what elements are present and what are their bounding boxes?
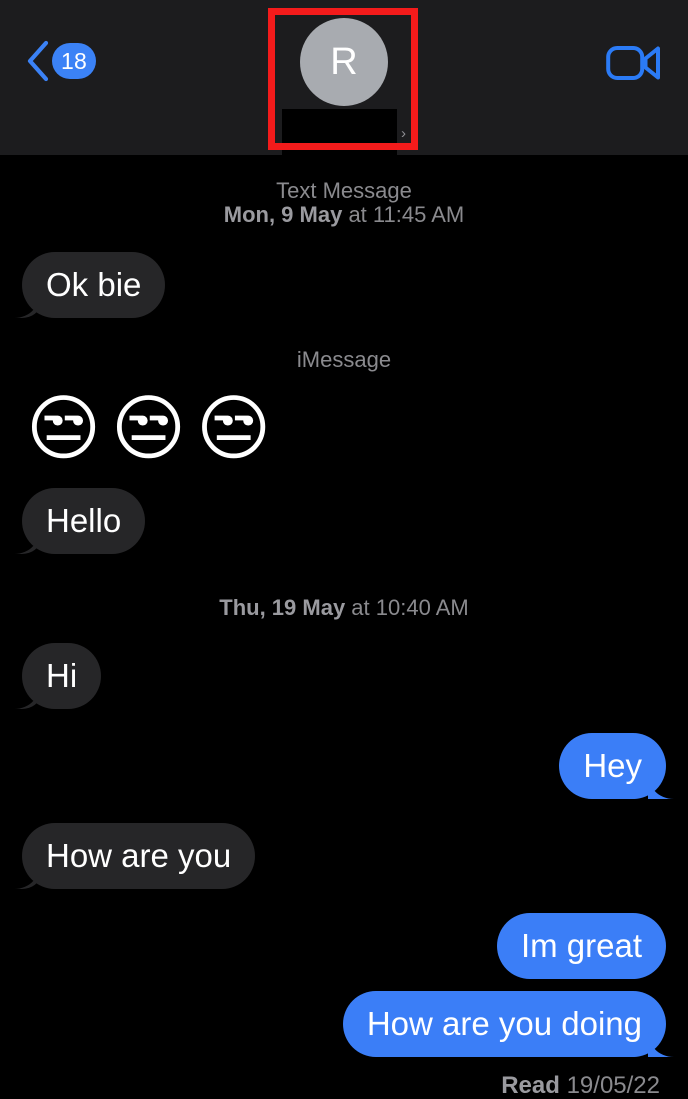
video-call-button[interactable]	[606, 43, 662, 83]
unread-count-badge: 18	[52, 43, 96, 79]
message-row[interactable]: How are you	[0, 823, 688, 889]
message-bubble-sent[interactable]: How are you doing	[342, 991, 683, 1057]
timestamp-date: Mon, 9 May	[223, 202, 343, 227]
message-row[interactable]: Im great	[0, 913, 688, 979]
timestamp: Thu, 19 May at 10:40 AM	[0, 596, 688, 620]
timestamp-time: at 10:40 AM	[345, 595, 469, 620]
date-divider: Thu, 19 May at 10:40 AM	[0, 596, 688, 620]
avatar: R	[300, 18, 388, 106]
message-bubble-sent[interactable]: Hey	[559, 733, 682, 799]
message-bubble-sent[interactable]: Im great	[496, 913, 666, 979]
timestamp-time: at 11:45 AM	[342, 202, 465, 227]
navigation-bar: 18 R ›	[0, 0, 688, 159]
message-list[interactable]: Text Message Mon, 9 May at 11:45 AM Ok b…	[0, 155, 688, 1099]
message-row[interactable]: Ok bie	[0, 252, 688, 318]
chevron-left-icon	[27, 40, 49, 82]
back-button[interactable]: 18	[26, 40, 96, 82]
contact-name-redaction	[282, 109, 397, 159]
contact-name-row: ›	[282, 109, 406, 159]
message-row[interactable]: Hello	[0, 488, 688, 554]
message-row[interactable]: How are you doing	[0, 991, 688, 1057]
read-receipt: Read 19/05/22	[0, 1073, 688, 1099]
emoji-message[interactable]: 😒😒😒	[0, 388, 688, 470]
timestamp: Mon, 9 May at 11:45 AM	[0, 203, 688, 227]
read-receipt-date	[560, 1072, 567, 1099]
service-label-imessage: iMessage	[296, 347, 392, 372]
message-row[interactable]: Hi	[0, 643, 688, 709]
message-bubble-received[interactable]: Ok bie	[5, 252, 166, 318]
service-label: Text Message	[276, 178, 412, 203]
contact-header[interactable]: R ›	[274, 18, 414, 159]
read-receipt-value: 19/05/22	[566, 1072, 660, 1099]
message-bubble-received[interactable]: How are you	[5, 823, 256, 889]
date-divider: Text Message Mon, 9 May at 11:45 AM	[0, 179, 688, 227]
timestamp-date: Thu, 19 May	[219, 595, 346, 620]
chevron-right-icon: ›	[401, 124, 406, 142]
message-row[interactable]: Hey	[0, 733, 688, 799]
read-receipt-label: Read	[501, 1072, 560, 1099]
message-bubble-received[interactable]: Hello	[5, 488, 146, 554]
message-bubble-received[interactable]: Hi	[5, 643, 102, 709]
